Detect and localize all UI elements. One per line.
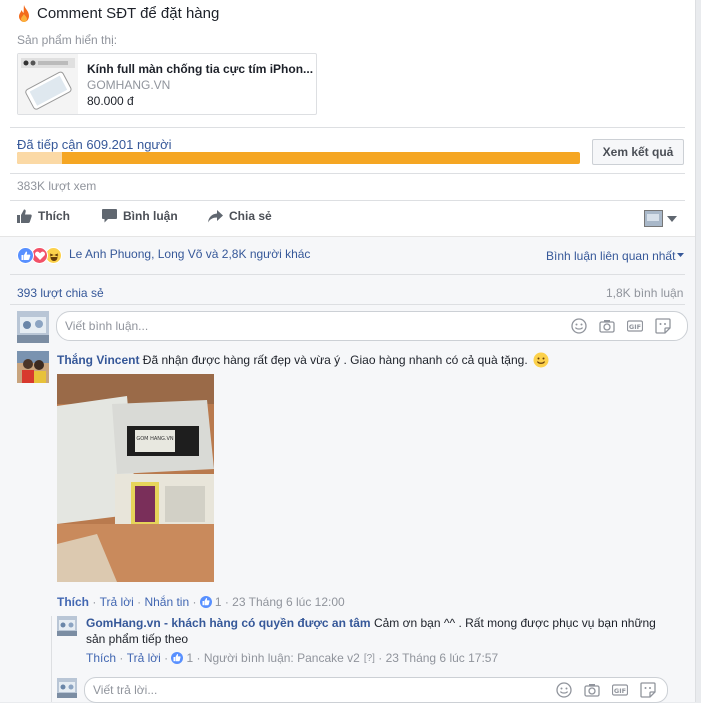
- reply-responder: Người bình luận: Pancake v2: [203, 651, 360, 665]
- reach-bar: [17, 152, 580, 164]
- like-count-icon: [171, 652, 184, 664]
- share-button[interactable]: Chia sẻ: [208, 209, 272, 223]
- product-thumbnail[interactable]: [18, 54, 78, 114]
- share-count[interactable]: 393 lượt chia sẻ: [17, 286, 104, 300]
- comment-body: Thắng Vincent Đã nhận được hàng rất đẹp …: [57, 352, 657, 368]
- reply-like-count[interactable]: 1: [186, 651, 193, 665]
- comment-photo[interactable]: GOM HANG.VN: [57, 374, 214, 582]
- reaction-names[interactable]: Le Anh Phuong, Long Võ và 2,8K người khá…: [69, 247, 310, 261]
- comment-text: Đã nhận được hàng rất đẹp và vừa ý . Gia…: [142, 353, 528, 367]
- speech-bubble-icon: [102, 209, 117, 223]
- smile-emoji-icon: [533, 352, 549, 368]
- product-price: 80.000 đ: [87, 94, 134, 108]
- comment-input[interactable]: Viết bình luận... GIF: [56, 311, 688, 341]
- like-reaction-icon: [17, 247, 34, 264]
- svg-text:GIF: GIF: [629, 323, 641, 331]
- comment-sort-dropdown[interactable]: Bình luận liên quan nhất: [546, 249, 685, 263]
- page-reply-avatar[interactable]: [57, 616, 77, 636]
- page-avatar: [644, 210, 663, 227]
- post-headline: Comment SĐT để đặt hàng: [17, 5, 219, 22]
- thumbs-up-icon: [17, 209, 32, 223]
- share-arrow-icon: [208, 209, 223, 222]
- product-title[interactable]: Kính full màn chống tia cực tím iPhon...: [87, 62, 315, 76]
- svg-text:GIF: GIF: [614, 687, 626, 695]
- help-link[interactable]: [?]: [364, 653, 375, 664]
- view-results-button[interactable]: Xem kết quả: [592, 139, 684, 165]
- fire-icon: [19, 5, 29, 22]
- reach-bar-fill: [17, 152, 63, 164]
- emoji-icon[interactable]: [556, 682, 572, 698]
- commenter-avatar[interactable]: [17, 351, 49, 383]
- camera-icon[interactable]: [599, 318, 615, 334]
- sticker-icon[interactable]: [655, 318, 671, 334]
- user-avatar[interactable]: [17, 311, 49, 343]
- comment-date[interactable]: 23 Tháng 6 lúc 12:00: [232, 595, 345, 609]
- reach-text: Đã tiếp cận 609.201 người: [17, 137, 172, 152]
- gif-icon[interactable]: GIF: [627, 318, 643, 334]
- divider: [10, 173, 685, 174]
- comment-placeholder: Viết bình luận...: [65, 319, 149, 333]
- gif-icon[interactable]: GIF: [612, 682, 628, 698]
- reply-meta: Thích · Trả lời · 1 · Người bình luận: P…: [86, 651, 499, 665]
- commenter-name[interactable]: Thắng Vincent: [57, 353, 139, 367]
- user-avatar-small[interactable]: [57, 678, 77, 698]
- comment-like-link[interactable]: Thích: [57, 595, 89, 609]
- comment-reply-link[interactable]: Trả lời: [100, 595, 134, 609]
- caret-down-icon: [677, 253, 685, 257]
- comment-like-count[interactable]: 1: [215, 595, 222, 609]
- divider: [10, 304, 685, 305]
- comment-count[interactable]: 1,8K bình luận: [606, 286, 683, 300]
- reply-thread-line: [51, 616, 52, 702]
- like-button[interactable]: Thích: [17, 209, 70, 223]
- emoji-icon[interactable]: [571, 318, 587, 334]
- reply-like-link[interactable]: Thích: [86, 651, 116, 665]
- reply-author[interactable]: GomHang.vn - khách hàng có quyền được an…: [86, 616, 371, 630]
- comment-button[interactable]: Bình luận: [102, 209, 178, 223]
- divider: [10, 200, 685, 201]
- reply-placeholder: Viết trả lời...: [93, 683, 158, 697]
- post-as-selector[interactable]: [644, 210, 677, 227]
- chevron-down-icon: [667, 215, 677, 222]
- like-count-icon: [199, 596, 212, 608]
- phone-glass-image: [18, 54, 78, 114]
- divider: [10, 127, 685, 128]
- view-count: 383K lượt xem: [17, 179, 97, 193]
- sticker-icon[interactable]: [640, 682, 656, 698]
- reply-date[interactable]: 23 Tháng 6 lúc 17:57: [386, 651, 499, 665]
- reaction-icons[interactable]: [17, 247, 62, 264]
- reply-body: GomHang.vn - khách hàng có quyền được an…: [86, 615, 666, 647]
- comment-message-link[interactable]: Nhắn tin: [144, 595, 189, 609]
- shown-product-label: Sản phẩm hiển thị:: [17, 33, 118, 47]
- reply-reply-link[interactable]: Trả lời: [127, 651, 161, 665]
- camera-icon[interactable]: [584, 682, 600, 698]
- reply-input[interactable]: Viết trả lời... GIF: [84, 677, 668, 703]
- post-card: Comment SĐT để đặt hàng Sản phẩm hiển th…: [0, 0, 696, 703]
- product-site: GOMHANG.VN: [87, 78, 171, 92]
- svg-text:GOM HANG.VN: GOM HANG.VN: [136, 436, 174, 442]
- product-package-photo: GOM HANG.VN: [57, 374, 214, 582]
- product-card[interactable]: Kính full màn chống tia cực tím iPhon...…: [17, 53, 317, 115]
- comment-meta: Thích · Trả lời · Nhắn tin · 1 · 23 Thán…: [57, 595, 345, 609]
- stats-row: [0, 275, 695, 304]
